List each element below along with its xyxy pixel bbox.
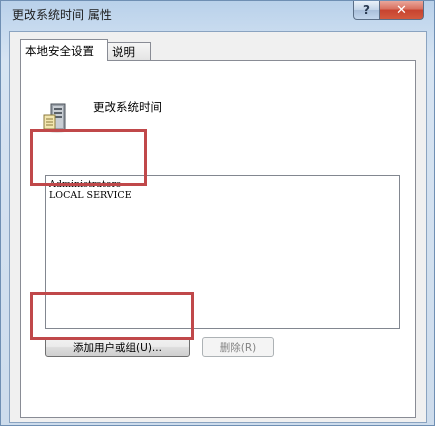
accounts-listbox[interactable]: Administrators LOCAL SERVICE	[45, 175, 400, 329]
dialog-client-area: 本地安全设置 说明 更改系统时间 Administrators LOCAL SE…	[9, 31, 427, 423]
close-button[interactable]: ✕	[380, 1, 424, 20]
title-bar[interactable]: 更改系统时间 属性 ? ✕	[1, 1, 434, 29]
tab-explain[interactable]: 说明	[107, 42, 151, 61]
button-label: 添加用户或组(U)...	[73, 341, 162, 354]
tab-local-security-setting[interactable]: 本地安全设置	[20, 39, 108, 61]
list-item[interactable]: LOCAL SERVICE	[49, 190, 132, 201]
tab-panel: 更改系统时间 Administrators LOCAL SERVICE 添加用户…	[20, 60, 416, 418]
button-label: 删除(R)	[219, 341, 257, 354]
server-icon	[43, 103, 68, 133]
add-user-or-group-button[interactable]: 添加用户或组(U)...	[45, 337, 190, 357]
tab-label: 本地安全设置	[25, 43, 94, 58]
policy-name: 更改系统时间	[93, 100, 162, 114]
help-icon: ?	[363, 3, 370, 17]
close-icon: ✕	[396, 2, 407, 18]
help-button[interactable]: ?	[353, 1, 380, 20]
tab-label: 说明	[112, 45, 135, 59]
list-item[interactable]: Administrators	[49, 179, 121, 190]
properties-dialog: 更改系统时间 属性 ? ✕ 本地安全设置 说明 更改系统时间 Administr…	[0, 0, 435, 426]
remove-button[interactable]: 删除(R)	[202, 337, 274, 357]
window-title: 更改系统时间 属性	[12, 8, 112, 22]
caption-buttons: ? ✕	[353, 1, 424, 21]
